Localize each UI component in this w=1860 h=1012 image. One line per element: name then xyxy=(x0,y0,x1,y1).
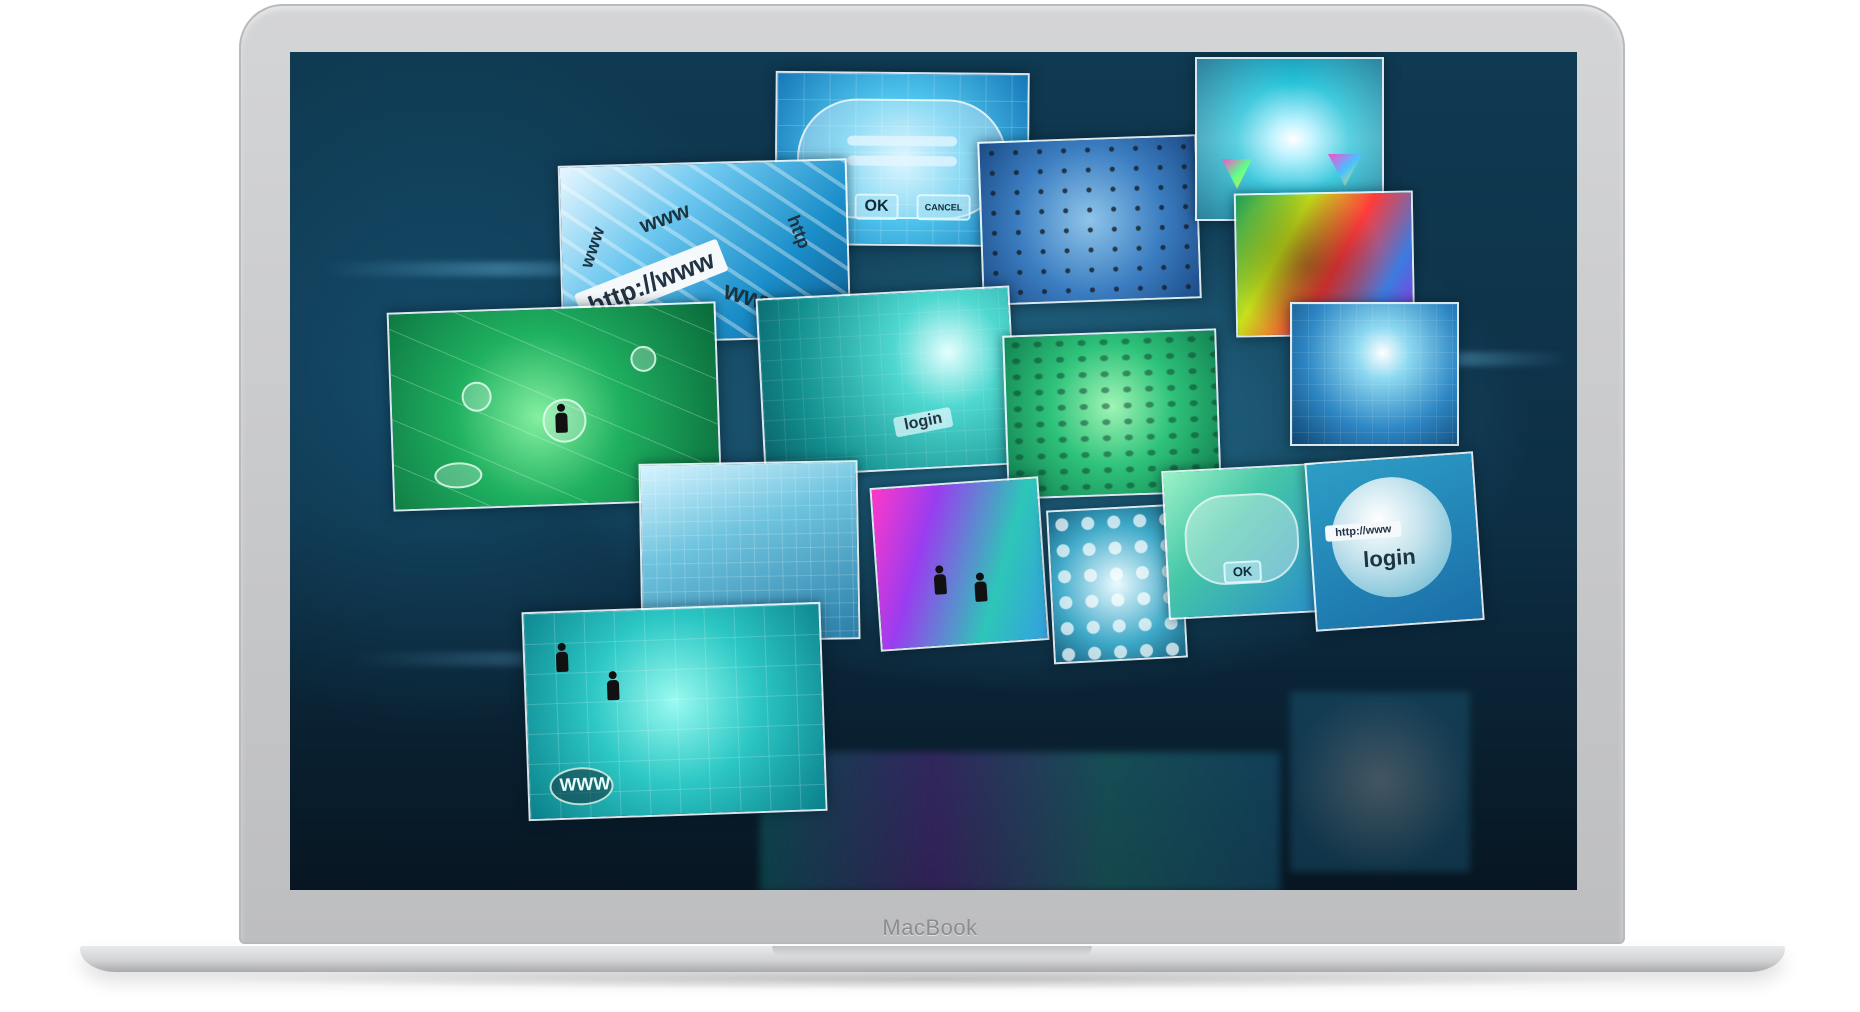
www-network-panel: WWW xyxy=(521,601,828,822)
brand-label: MacBook xyxy=(882,915,978,940)
person-icon xyxy=(932,565,948,596)
people-rainbow-panel xyxy=(869,476,1050,652)
particles-panel xyxy=(977,134,1202,306)
ok-button: OK xyxy=(1223,560,1263,584)
login-field xyxy=(847,135,958,147)
trackpad-notch xyxy=(772,946,1092,956)
person-icon xyxy=(606,670,621,701)
panel-reflection xyxy=(760,752,1280,890)
cloud-login-panel-2: OK xyxy=(1161,463,1323,620)
person-icon xyxy=(555,642,570,673)
globe-login-panel: http://www login xyxy=(1304,451,1485,632)
teal-login-panel: login xyxy=(755,285,1019,478)
www-tag: WWW xyxy=(559,773,611,796)
laptop-screen: OK CANCEL www www http www http://www lo… xyxy=(290,52,1577,890)
password-field xyxy=(846,155,958,167)
login-label: login xyxy=(1362,543,1417,573)
corridor-panel xyxy=(1290,302,1459,446)
cancel-button: CANCEL xyxy=(916,194,971,221)
panel-reflection xyxy=(1290,692,1470,872)
person-icon xyxy=(973,572,989,603)
ok-button: OK xyxy=(854,193,899,220)
